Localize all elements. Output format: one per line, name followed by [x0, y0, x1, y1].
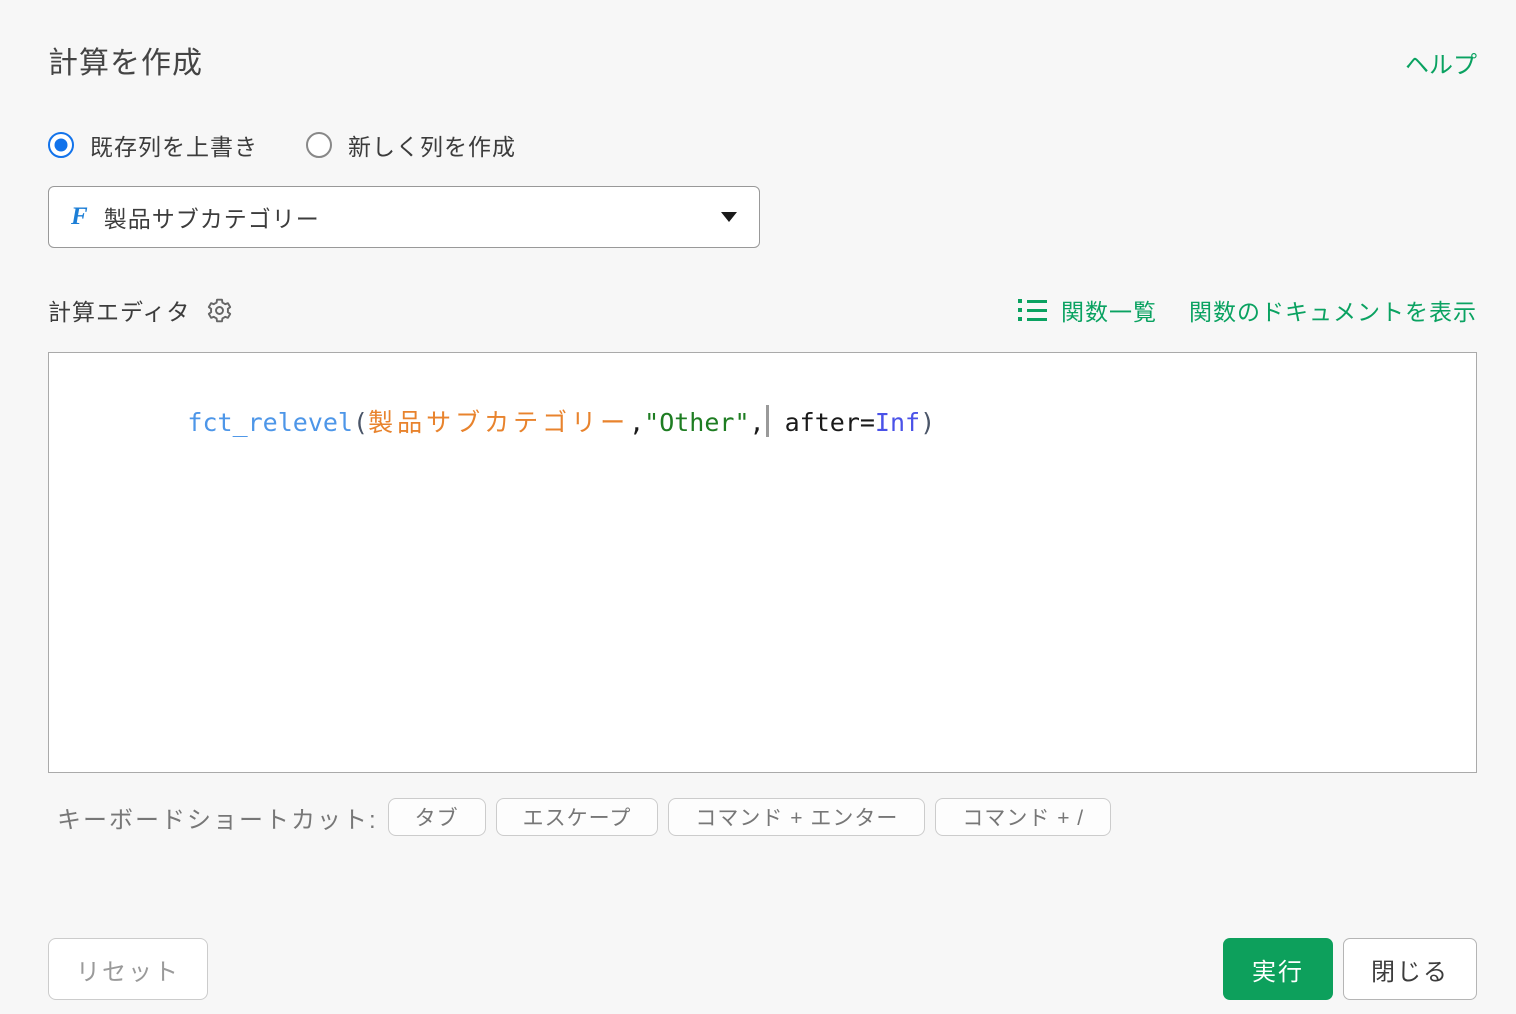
shortcut-key-command-slash: コマンド + / [935, 798, 1112, 836]
radio-unselected-icon[interactable] [306, 132, 332, 158]
function-list-link[interactable]: 関数一覧 [1061, 293, 1157, 327]
reset-button[interactable]: リセット [48, 938, 208, 1000]
calculation-code-editor[interactable]: fct_relevel(製品サブカテゴリー,"Other", after=Inf… [48, 352, 1477, 773]
code-token-comma: , [629, 408, 645, 437]
code-token-paren-close: ) [920, 408, 936, 437]
help-link[interactable]: ヘルプ [1405, 45, 1477, 80]
factor-type-icon: F [71, 203, 88, 230]
list-icon[interactable] [1018, 299, 1047, 321]
radio-new-column-label: 新しく列を作成 [348, 134, 516, 160]
code-token-argument: after= [769, 408, 875, 437]
keyboard-shortcuts: キーボードショートカット: タブ エスケープ コマンド + エンター コマンド … [48, 797, 1477, 837]
close-button[interactable]: 閉じる [1343, 938, 1477, 1000]
page-title: 計算を作成 [48, 47, 203, 80]
code-token-function: fct_relevel [187, 408, 353, 437]
dialog-header: 計算を作成 ヘルプ [48, 38, 1477, 82]
shortcut-key-tab: タブ [387, 798, 486, 836]
run-button[interactable]: 実行 [1223, 938, 1333, 1000]
radio-overwrite-label: 既存列を上書き [90, 134, 258, 160]
code-token-column: 製品サブカテゴリー [368, 408, 630, 437]
caret-down-icon [721, 212, 737, 222]
radio-create-new-column[interactable]: 新しく列を作成 [306, 128, 516, 162]
target-column-select[interactable]: F 製品サブカテゴリー [48, 186, 760, 248]
dialog-footer: リセット 実行 閉じる [48, 938, 1477, 1000]
selected-column-value: 製品サブカテゴリー [103, 206, 320, 232]
column-mode-options: 既存列を上書き 新しく列を作成 [48, 128, 1477, 162]
shortcuts-label: キーボードショートカット: [57, 806, 378, 834]
editor-header: 計算エディタ 関数一覧 関数のドキュメントを表示 [48, 293, 1477, 327]
shortcut-key-escape: エスケープ [495, 798, 659, 836]
code-token-comma: , [749, 408, 765, 437]
code-token-inf: Inf [874, 408, 921, 437]
code-token-string: "Other" [644, 408, 750, 437]
radio-overwrite-existing-column[interactable]: 既存列を上書き [48, 128, 258, 162]
code-line: fct_relevel(製品サブカテゴリー,"Other", after=Inf… [67, 369, 1458, 477]
create-calculation-dialog: 計算を作成 ヘルプ 既存列を上書き 新しく列を作成 F 製品サブカテゴリー 計算… [0, 0, 1516, 1014]
function-docs-link[interactable]: 関数のドキュメントを表示 [1189, 293, 1477, 327]
radio-selected-icon[interactable] [48, 132, 74, 158]
gear-icon[interactable] [206, 297, 233, 324]
editor-label: 計算エディタ [48, 299, 191, 325]
code-token-paren-open: ( [353, 408, 369, 437]
text-cursor [765, 405, 769, 437]
shortcut-key-command-enter: コマンド + エンター [668, 798, 926, 836]
